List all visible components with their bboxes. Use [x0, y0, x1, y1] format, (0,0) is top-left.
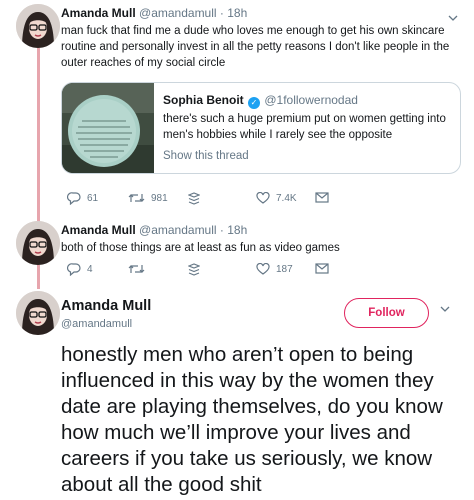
author-name[interactable]: Amanda Mull — [61, 223, 136, 237]
quoted-author-name[interactable]: Sophia Benoit — [163, 93, 244, 107]
author-handle-time[interactable]: @amandamull · 18h — [139, 6, 247, 20]
focused-tweet-text: honestly men who aren’t open to being in… — [61, 343, 443, 496]
reply-count: 61 — [87, 193, 99, 204]
tweet-meta: Amanda Mull @amandamull · 18h — [61, 6, 466, 21]
like-count: 7.4K — [276, 192, 297, 204]
avatar[interactable] — [16, 4, 60, 48]
author-handle-time[interactable]: @amandamull · 18h — [139, 223, 247, 237]
quoted-tweet-text: there's such a huge premium put on women… — [163, 113, 446, 141]
author-handle[interactable]: @amandamull — [61, 317, 151, 331]
thread-line — [37, 46, 40, 222]
reply-count: 4 — [87, 264, 93, 275]
tweet-text: both of those things are at least as fun… — [61, 242, 340, 254]
stack-icon — [188, 192, 200, 205]
quoted-tweet[interactable]: Sophia Benoit ✓ @1followernodad there's … — [61, 82, 461, 174]
stack-button[interactable] — [188, 263, 200, 276]
message-button[interactable] — [315, 192, 329, 203]
avatar[interactable] — [16, 221, 60, 265]
like-count: 187 — [276, 263, 293, 275]
avatar[interactable] — [16, 291, 60, 335]
thread-line — [37, 262, 40, 289]
chevron-down-icon[interactable] — [440, 306, 450, 312]
author-name[interactable]: Amanda Mull — [61, 297, 151, 315]
follow-button[interactable]: Follow — [344, 298, 429, 328]
message-button[interactable] — [315, 263, 329, 274]
tweet-actions: 4 187 — [61, 263, 361, 279]
retweet-button[interactable]: 981 — [128, 192, 168, 204]
tweet-meta: Amanda Mull @amandamull · 18h — [61, 223, 466, 238]
focused-tweet-header: Amanda Mull @amandamull — [61, 297, 151, 331]
reply-button[interactable]: 61 — [67, 192, 98, 205]
quoted-tweet-meta: Sophia Benoit ✓ @1followernodad — [163, 93, 452, 109]
reply-icon — [67, 192, 81, 205]
show-thread-link[interactable]: Show this thread — [163, 150, 452, 162]
like-button[interactable]: 7.4K — [256, 192, 297, 204]
message-icon — [315, 192, 329, 203]
message-icon — [315, 263, 329, 274]
reply-icon — [67, 263, 81, 276]
author-name[interactable]: Amanda Mull — [61, 6, 136, 20]
tweet-actions: 61 981 7.4K — [61, 192, 361, 208]
reply-button[interactable]: 4 — [67, 263, 93, 276]
tweet: Amanda Mull @amandamull · 18h both of th… — [61, 223, 466, 256]
retweet-button[interactable] — [128, 263, 145, 275]
stack-icon — [188, 263, 200, 276]
retweet-icon — [128, 194, 145, 202]
quoted-author-handle[interactable]: @1followernodad — [264, 93, 358, 107]
retweet-icon — [128, 265, 145, 273]
quoted-tweet-image[interactable] — [62, 83, 154, 173]
stack-button[interactable] — [188, 192, 200, 205]
heart-icon — [256, 263, 270, 275]
tweet: Amanda Mull @amandamull · 18h man fuck t… — [61, 6, 466, 71]
tweet-text: man fuck that find me a dude who loves m… — [61, 25, 450, 69]
like-button[interactable]: 187 — [256, 263, 293, 275]
verified-icon: ✓ — [248, 97, 261, 109]
heart-icon — [256, 192, 270, 204]
chevron-down-icon[interactable] — [448, 15, 458, 21]
retweet-count: 981 — [151, 192, 168, 204]
quoted-tweet-body: Sophia Benoit ✓ @1followernodad there's … — [163, 93, 452, 162]
